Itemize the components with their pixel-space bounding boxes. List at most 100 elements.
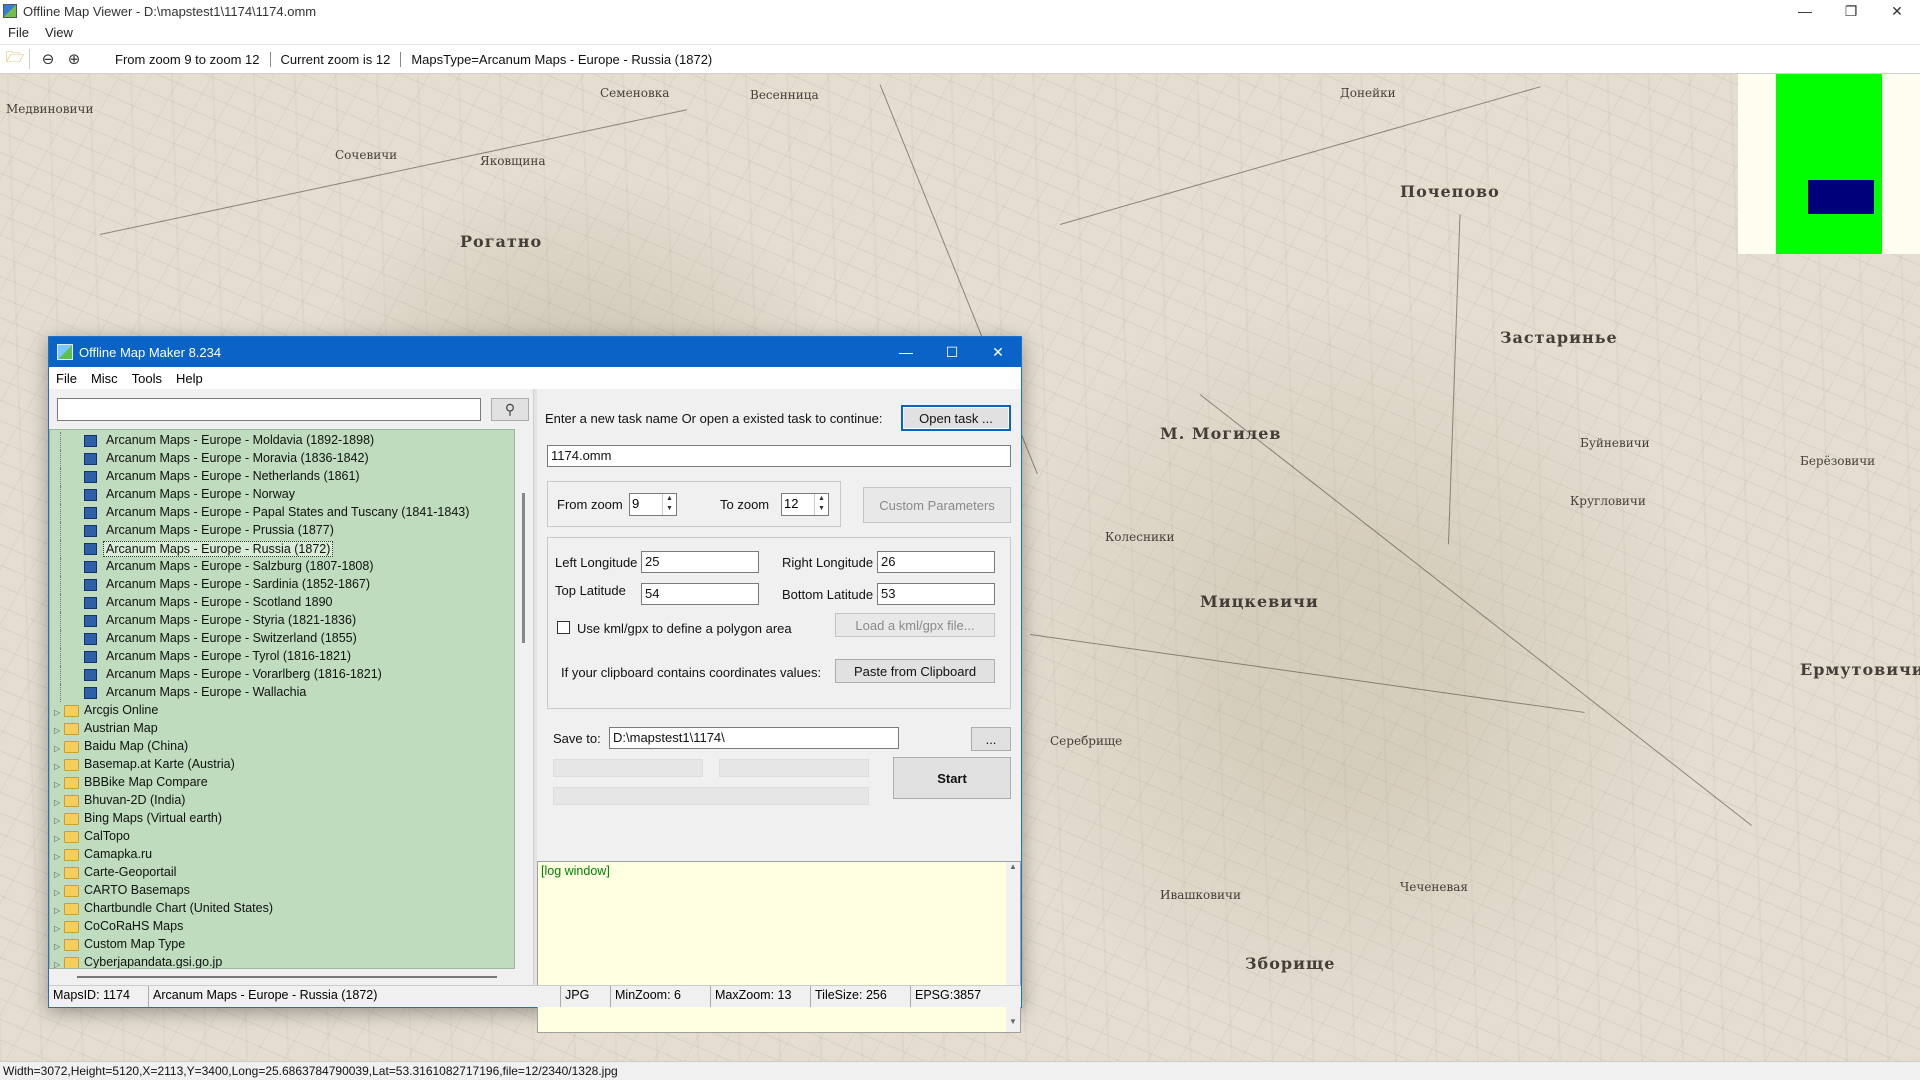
dialog-menu-tools[interactable]: Tools	[125, 371, 169, 386]
left-longitude-field[interactable]: 25	[641, 551, 759, 573]
minimize-button[interactable]: —	[1782, 0, 1828, 22]
tree-folder-label: CARTO Basemaps	[84, 883, 190, 897]
expand-arrow-icon[interactable]: ▷	[54, 726, 60, 735]
expand-arrow-icon[interactable]: ▷	[54, 852, 60, 861]
log-window[interactable]: [log window] ▲ ▼	[537, 861, 1021, 1033]
zoom-in-icon[interactable]: ⊕	[63, 48, 85, 70]
right-longitude-field[interactable]: 26	[877, 551, 995, 573]
custom-parameters-button[interactable]: Custom Parameters	[863, 487, 1011, 523]
map-label: Буйневичи	[1580, 436, 1650, 450]
map-label: Медвиновичи	[6, 102, 94, 116]
overview-viewport[interactable]	[1808, 180, 1874, 214]
scroll-up-icon[interactable]: ▲	[1006, 862, 1020, 871]
tree-folder-label: CoCoRaHS Maps	[84, 919, 184, 933]
expand-arrow-icon[interactable]: ▷	[54, 816, 60, 825]
expand-arrow-icon[interactable]: ▷	[54, 870, 60, 879]
open-task-button[interactable]: Open task ...	[901, 405, 1011, 431]
window-controls: — ❐ ✕	[1782, 0, 1920, 22]
browse-folder-button[interactable]: ...	[971, 727, 1011, 751]
from-zoom-label: From zoom	[557, 497, 623, 512]
scrollbar-thumb[interactable]	[77, 976, 497, 978]
expand-arrow-icon[interactable]: ▷	[54, 708, 60, 717]
map-icon	[84, 471, 97, 483]
tree-vertical-scrollbar[interactable]	[517, 429, 533, 969]
save-to-field[interactable]: D:\mapstest1\1174\	[609, 727, 899, 749]
search-icon[interactable]: ⚲	[491, 398, 529, 421]
scrollbar-thumb[interactable]	[522, 493, 525, 643]
expand-arrow-icon[interactable]: ▷	[54, 780, 60, 789]
dialog-status-bar: MapsID: 1174 Arcanum Maps - Europe - Rus…	[49, 985, 1021, 1007]
scroll-down-icon[interactable]: ▼	[1006, 1017, 1020, 1026]
map-icon	[84, 687, 97, 699]
tree-item-label: Arcanum Maps - Europe - Tyrol (1816-1821…	[106, 649, 352, 663]
map-label: Ивашковичи	[1160, 888, 1241, 902]
map-label: Весенница	[750, 88, 819, 102]
tree-item-label: Arcanum Maps - Europe - Moravia (1836-18…	[106, 451, 369, 465]
spinner-arrows[interactable]: ▲ ▼	[814, 494, 828, 515]
folder-icon	[64, 741, 79, 753]
dialog-maximize-button[interactable]: ☐	[929, 337, 975, 367]
expand-arrow-icon[interactable]: ▷	[54, 798, 60, 807]
close-button[interactable]: ✕	[1874, 0, 1920, 22]
tree-horizontal-scrollbar[interactable]	[49, 971, 515, 983]
bottom-latitude-field[interactable]: 53	[877, 583, 995, 605]
paste-clipboard-button[interactable]: Paste from Clipboard	[835, 659, 995, 683]
app-titlebar: Offline Map Viewer - D:\mapstest1\1174\1…	[0, 0, 1920, 22]
spinner-arrows[interactable]: ▲ ▼	[662, 494, 676, 515]
from-zoom-spinner[interactable]: 9 ▲ ▼	[629, 493, 677, 516]
tree-item-label: Arcanum Maps - Europe - Russia (1872)	[103, 541, 334, 557]
menu-file[interactable]: File	[0, 25, 37, 40]
folder-icon	[64, 723, 79, 735]
expand-arrow-icon[interactable]: ▷	[54, 762, 60, 771]
expand-arrow-icon[interactable]: ▷	[54, 906, 60, 915]
tile-size-status: TileSize: 256	[811, 986, 911, 1007]
overview-minimap[interactable]	[1738, 74, 1920, 254]
expand-arrow-icon[interactable]: ▷	[54, 942, 60, 951]
spin-down-icon[interactable]: ▼	[663, 504, 676, 514]
load-kml-button[interactable]: Load a kml/gpx file...	[835, 613, 995, 637]
open-folder-icon[interactable]: 🗁	[4, 48, 26, 70]
left-longitude-label: Left Longitude	[555, 555, 638, 570]
tree-folder-label: CalTopo	[84, 829, 130, 843]
map-icon	[84, 507, 97, 519]
expand-arrow-icon[interactable]: ▷	[54, 744, 60, 753]
dialog-minimize-button[interactable]: —	[883, 337, 929, 367]
start-button[interactable]: Start	[893, 757, 1011, 799]
map-icon	[84, 633, 97, 645]
expand-arrow-icon[interactable]: ▷	[54, 834, 60, 843]
map-label: Кругловичи	[1570, 494, 1646, 508]
restore-button[interactable]: ❐	[1828, 0, 1874, 22]
spin-up-icon[interactable]: ▲	[663, 494, 676, 504]
task-name-field[interactable]: 1174.omm	[547, 445, 1011, 467]
map-label: Ермутовичи	[1800, 660, 1920, 679]
map-label: Зборище	[1245, 954, 1336, 973]
tree-folder-label: Camapka.ru	[84, 847, 153, 861]
dialog-menu-misc[interactable]: Misc	[84, 371, 125, 386]
dialog-menu-help[interactable]: Help	[169, 371, 210, 386]
top-latitude-label: Top Latitude	[555, 583, 626, 598]
expand-arrow-icon[interactable]: ▷	[54, 960, 60, 968]
max-zoom-status: MaxZoom: 13	[711, 986, 811, 1007]
map-type-pane: ⚲ Arcanum Maps - Europe - Moldavia (1892…	[49, 389, 533, 985]
to-zoom-spinner[interactable]: 12 ▲ ▼	[781, 493, 829, 516]
dialog-menu-file[interactable]: File	[49, 371, 84, 386]
maps-type-text: MapsType=Arcanum Maps - Europe - Russia …	[411, 51, 713, 67]
kml-polygon-checkbox[interactable]	[557, 621, 570, 634]
zoom-out-icon[interactable]: ⊖	[37, 48, 59, 70]
map-type-tree[interactable]: Arcanum Maps - Europe - Moldavia (1892-1…	[49, 429, 515, 969]
progress-bar	[553, 759, 703, 777]
map-icon	[84, 525, 97, 537]
folder-icon	[64, 831, 79, 843]
menu-view[interactable]: View	[37, 25, 81, 40]
expand-arrow-icon[interactable]: ▷	[54, 924, 60, 933]
dialog-close-button[interactable]: ✕	[975, 337, 1021, 367]
expand-arrow-icon[interactable]: ▷	[54, 888, 60, 897]
spin-down-icon[interactable]: ▼	[815, 504, 828, 514]
search-row: ⚲	[57, 398, 529, 422]
map-label: Рогатно	[460, 232, 543, 251]
spin-up-icon[interactable]: ▲	[815, 494, 828, 504]
map-search-input[interactable]	[57, 398, 481, 421]
epsg-status: EPSG:3857	[915, 988, 982, 1002]
map-road	[1059, 86, 1541, 225]
top-latitude-field[interactable]: 54	[641, 583, 759, 605]
